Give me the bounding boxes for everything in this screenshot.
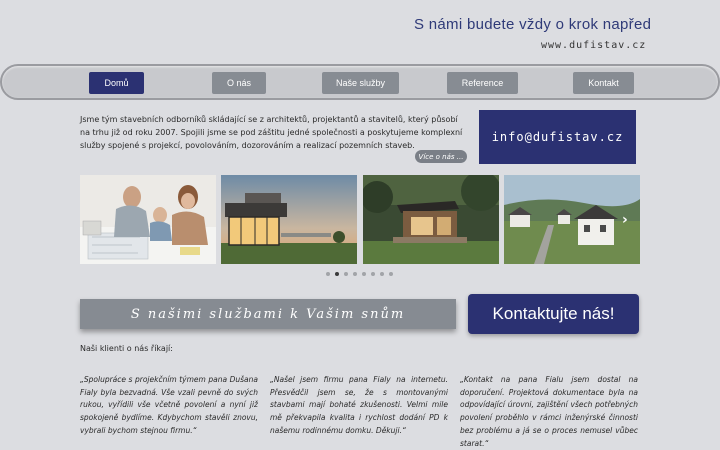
slider-dot[interactable] xyxy=(371,272,375,276)
image-slider[interactable] xyxy=(80,175,640,264)
services-banner[interactable]: S našimi službami k Vašim snům xyxy=(80,299,456,329)
slider-photo-village-houses xyxy=(504,175,640,264)
slider-pagination xyxy=(326,272,393,276)
nav-item-contact[interactable]: Kontakt xyxy=(573,72,634,94)
slider-next-arrow-icon[interactable]: › xyxy=(622,212,628,228)
slider-dot[interactable] xyxy=(344,272,348,276)
slider-dot[interactable] xyxy=(353,272,357,276)
main-navigation: Domů O nás Naše služby Reference Kontakt xyxy=(0,64,720,100)
testimonials-heading: Naši klienti o nás říkají: xyxy=(80,344,173,353)
intro-text: Jsme tým stavebních odborníků skládající… xyxy=(80,115,463,150)
header-tagline: S námi budete vždy o krok napřed xyxy=(414,16,652,33)
testimonial-2: „Našel jsem firmu pana Fialy na internet… xyxy=(270,375,448,435)
email-contact-box[interactable]: info@dufistav.cz xyxy=(479,110,636,164)
slider-dot[interactable] xyxy=(362,272,366,276)
testimonial-3: „Kontakt na pana Fialu jsem dostal na do… xyxy=(460,375,638,448)
slider-photo-family xyxy=(80,175,216,264)
slider-photo-modern-house xyxy=(221,175,357,264)
nav-item-home[interactable]: Domů xyxy=(89,72,144,94)
more-about-us-button[interactable]: Více o nás ... xyxy=(415,150,467,163)
nav-item-about[interactable]: O nás xyxy=(212,72,266,94)
slider-dot[interactable] xyxy=(389,272,393,276)
slider-dot-active[interactable] xyxy=(335,272,339,276)
contact-us-button[interactable]: Kontaktujte nás! xyxy=(468,294,639,334)
header-website: www.dufistav.cz xyxy=(541,40,647,51)
nav-item-references[interactable]: Reference xyxy=(447,72,518,94)
slider-photo-garden-cabin xyxy=(363,175,499,264)
slider-dot[interactable] xyxy=(326,272,330,276)
testimonial-1: „Spolupráce s projekčním týmem pana Duša… xyxy=(80,375,258,435)
nav-item-services[interactable]: Naše služby xyxy=(322,72,399,94)
slider-dot[interactable] xyxy=(380,272,384,276)
